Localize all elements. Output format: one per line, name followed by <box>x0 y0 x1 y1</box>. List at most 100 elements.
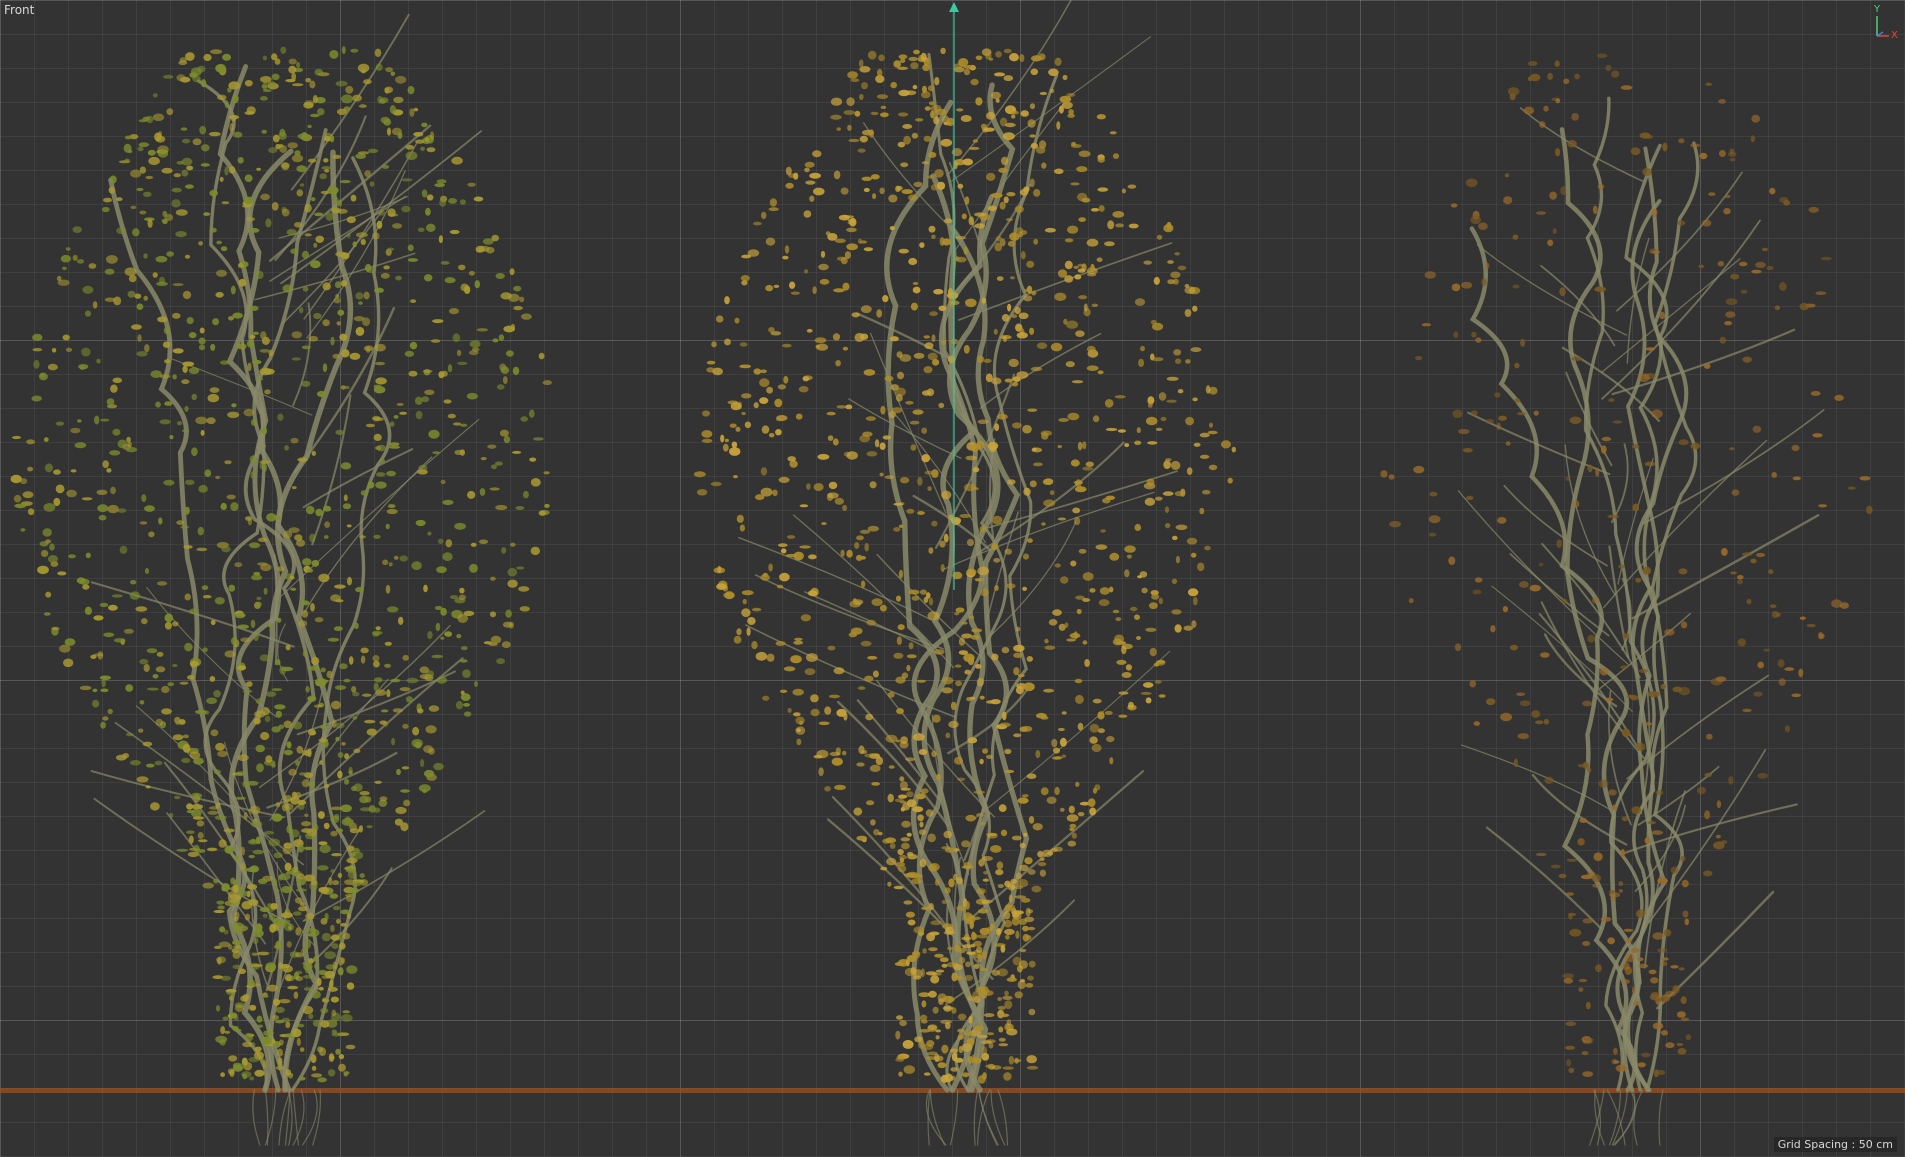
view-name-label[interactable]: Front <box>4 3 34 17</box>
tree-autumn-leaf <box>948 878 955 888</box>
tree-bare-leaf <box>1462 448 1473 453</box>
tree-autumn-leaf <box>1153 276 1160 285</box>
tree-summer-leaf <box>271 688 283 692</box>
tree-bare-leaf <box>1660 957 1669 961</box>
tree-summer-leaf <box>263 368 275 375</box>
tree-summer-leaf <box>367 148 379 154</box>
tree-summer-leaf <box>301 250 310 259</box>
tree-summer-leaf <box>352 241 357 248</box>
tree-summer-leaf <box>405 696 413 703</box>
tree-autumn-leaf <box>966 568 977 576</box>
tree-autumn-leaf <box>1112 609 1120 614</box>
tree-autumn-leaf <box>1136 636 1141 640</box>
tree-autumn-leaf <box>1041 432 1049 440</box>
tree-summer-leaf <box>103 632 115 638</box>
tree-autumn-leaf <box>778 476 790 483</box>
tree-bare-leaf <box>1574 73 1580 80</box>
tree-summer-leaf <box>68 554 76 559</box>
tree-summer-leaf <box>271 1039 276 1044</box>
tree-summer-leaf <box>249 1076 255 1081</box>
tree-autumn-leaf <box>772 489 778 497</box>
tree-autumn-leaf <box>1019 842 1026 849</box>
tree-bare-leaf <box>1587 464 1593 473</box>
tree-summer-leaf <box>14 503 27 509</box>
tree-autumn-leaf <box>1096 257 1103 263</box>
tree-summer-leaf <box>179 681 189 685</box>
tree-autumn-leaf <box>940 138 953 147</box>
3d-viewport[interactable]: Front Y X Grid Spacing : 50 cm <box>0 0 1905 1157</box>
tree-summer-leaf <box>197 832 204 839</box>
tree-summer-leaf <box>359 791 370 796</box>
tree-autumn-leaf <box>742 598 747 605</box>
tree-autumn-leaf <box>847 71 858 79</box>
tree-summer-leaf <box>360 490 368 496</box>
tree-bare-leaf <box>1815 291 1827 296</box>
tree-summer-leaf <box>146 763 155 768</box>
tree-autumn-leaf <box>1057 727 1065 732</box>
tree-summer-leaf <box>336 321 342 326</box>
tree-summer-leaf <box>207 810 219 815</box>
tree-autumn-leaf <box>846 451 858 460</box>
tree-summer-leaf <box>85 552 91 559</box>
tree-autumn-leaf <box>1004 748 1012 755</box>
tree-autumn-leaf <box>842 750 847 756</box>
tree-bare-leaf <box>1562 973 1574 979</box>
tree-bare-leaf <box>1729 447 1735 451</box>
tree-summer-leaf <box>224 650 236 658</box>
tree-bare-leaf <box>1611 70 1620 78</box>
tree-summer-leaf <box>363 719 376 724</box>
tree-autumn-leaf <box>934 77 940 86</box>
tree-summer-leaf <box>161 685 170 694</box>
tree-autumn-leaf <box>1059 95 1072 103</box>
tree-autumn-leaf <box>1124 545 1136 553</box>
tree-autumn-leaf <box>998 1043 1009 1047</box>
tree-autumn-leaf <box>866 800 875 806</box>
tree-summer-leaf <box>55 484 65 494</box>
tree-summer-leaf <box>379 720 387 725</box>
tree-summer-leaf <box>440 479 446 485</box>
tree-summer-leaf <box>281 886 293 894</box>
tree-summer-leaf <box>411 561 422 570</box>
tree-summer-leaf <box>163 326 170 335</box>
tree-autumn-leaf <box>977 566 990 576</box>
tree-autumn-leaf <box>759 378 770 388</box>
tree-summer-leaf <box>271 763 276 768</box>
tree-bare-leaf <box>1728 776 1734 785</box>
tree-summer-leaf <box>141 618 148 625</box>
tree-autumn-leaf <box>833 170 841 180</box>
tree-autumn-leaf <box>1175 524 1188 531</box>
tree-summer-leaf <box>162 341 171 348</box>
tree-bare-leaf <box>1607 514 1620 519</box>
tree-summer-leaf <box>372 655 380 662</box>
tree-bare-leaf <box>1498 415 1507 421</box>
tree-autumn-leaf <box>968 615 975 620</box>
tree-summer-leaf <box>274 58 281 65</box>
tree-summer-leaf <box>277 413 284 421</box>
tree-bare-leaf <box>1408 598 1414 604</box>
tree-summer-leaf <box>154 760 163 766</box>
tree-summer-leaf <box>143 664 150 672</box>
tree-summer-leaf <box>294 897 303 904</box>
tree-autumn-leaf <box>915 118 924 122</box>
tree-autumn-leaf <box>1097 370 1104 375</box>
tree-summer-leaf <box>372 632 380 637</box>
tree-bare-leaf <box>1716 800 1722 809</box>
tree-summer-leaf <box>353 316 365 322</box>
tree-summer-leaf <box>309 80 316 89</box>
tree-autumn-leaf <box>919 242 925 249</box>
tree-bare-leaf <box>1681 879 1689 888</box>
tree-autumn-leaf <box>879 472 884 477</box>
tree-autumn-leaf <box>842 282 850 291</box>
tree-autumn-leaf <box>884 475 895 480</box>
tree-summer-leaf <box>375 377 387 385</box>
tree-summer-leaf <box>235 771 247 777</box>
tree-summer-leaf <box>116 227 127 235</box>
tree-autumn-leaf <box>1173 349 1182 356</box>
tree-autumn-leaf <box>910 878 922 885</box>
tree-autumn-leaf <box>1227 477 1233 484</box>
tree-autumn-leaf <box>957 1034 964 1040</box>
tree-summer-leaf <box>31 395 42 402</box>
tree-autumn-leaf <box>928 597 934 606</box>
tree-summer-leaf <box>331 700 341 710</box>
scene-canvas[interactable] <box>0 0 1905 1157</box>
